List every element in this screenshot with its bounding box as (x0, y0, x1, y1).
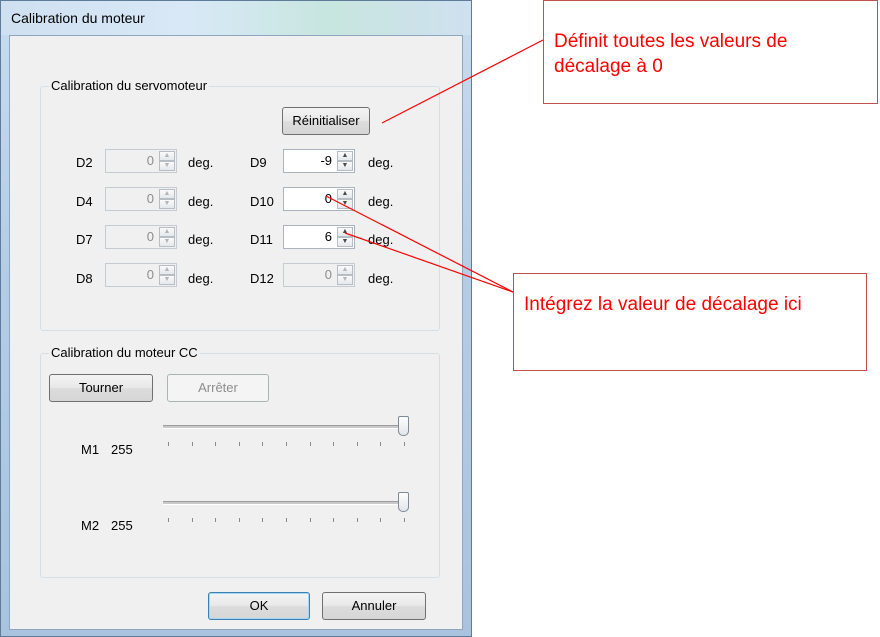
reset-leader-line (381, 39, 544, 124)
input-leader-line-1 (325, 195, 514, 293)
input-leader-line-2 (344, 232, 514, 293)
annotation-leader-lines (325, 39, 544, 293)
